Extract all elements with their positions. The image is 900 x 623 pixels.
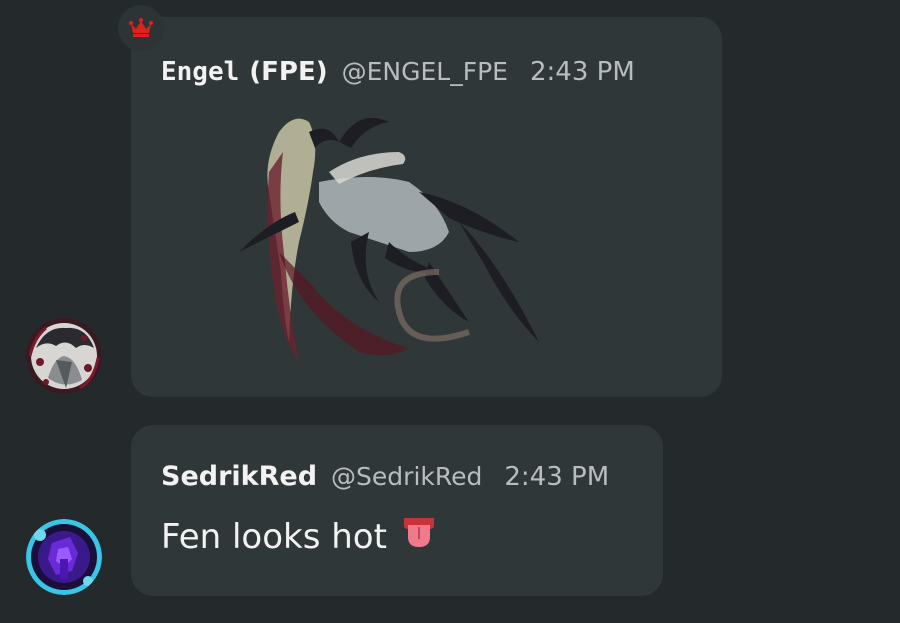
chat-thread: Engel (FPE) @ENGEL_FPE 2:43 PM SedrikRed… <box>0 0 900 623</box>
crown-badge <box>118 5 164 51</box>
engel-avatar-image <box>26 318 102 394</box>
sedrikred-avatar-image <box>26 519 102 595</box>
message-bubble-engel[interactable]: Engel (FPE) @ENGEL_FPE 2:43 PM <box>131 17 722 397</box>
message-bubble-sedrikred[interactable]: SedrikRed @SedrikRed 2:43 PM Fen looks h… <box>131 425 663 596</box>
message-body: Fen looks hot <box>161 516 387 557</box>
character-art-image[interactable] <box>239 112 569 367</box>
author-handle[interactable]: @SedrikRed <box>331 462 482 491</box>
message-time: 2:43 PM <box>504 462 610 492</box>
author-name[interactable]: SedrikRed <box>161 461 317 492</box>
message-header: SedrikRed @SedrikRed 2:43 PM <box>161 461 609 492</box>
author-name[interactable]: Engel <box>161 57 239 87</box>
message-time: 2:43 PM <box>529 57 635 87</box>
author-handle[interactable]: @ENGEL_FPE <box>342 57 508 86</box>
crown-icon <box>129 18 153 37</box>
sedrikred-avatar[interactable] <box>26 519 102 595</box>
message-header: Engel (FPE) @ENGEL_FPE 2:43 PM <box>161 57 635 87</box>
tongue-emoji-icon <box>401 515 437 558</box>
engel-avatar[interactable] <box>26 318 102 394</box>
author-tag[interactable]: (FPE) <box>249 57 327 87</box>
message-text: Fen looks hot <box>161 515 437 558</box>
